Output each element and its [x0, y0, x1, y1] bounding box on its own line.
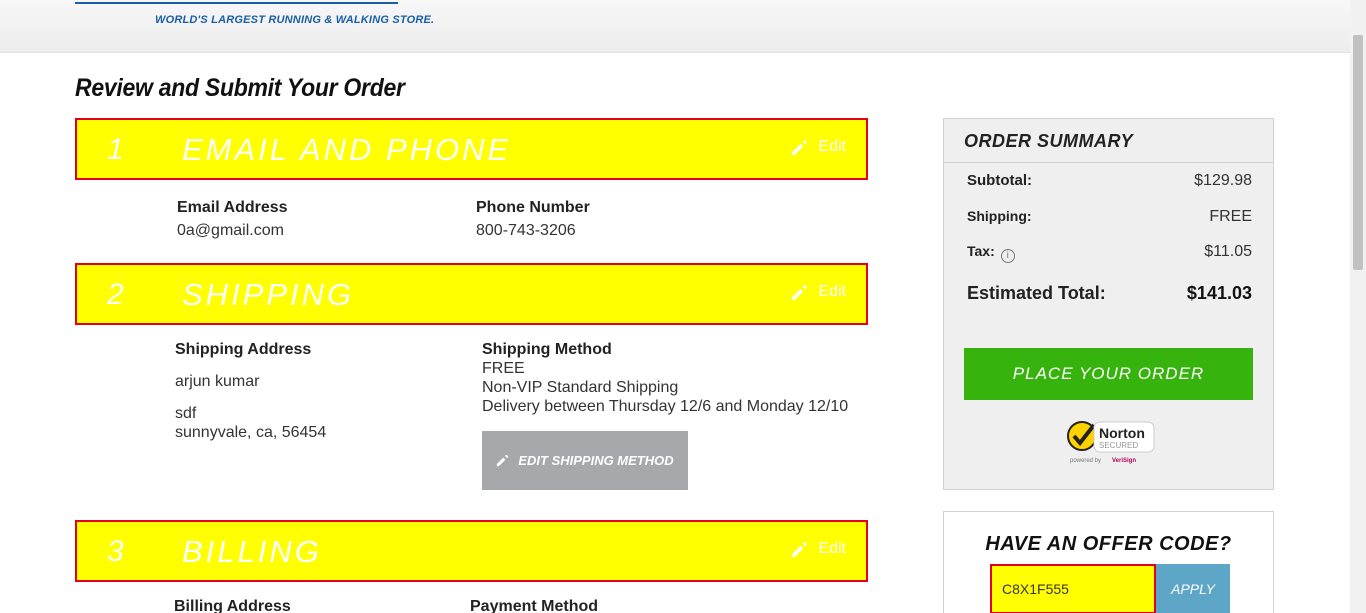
- edit-billing-button[interactable]: Edit: [791, 540, 846, 558]
- shipping-row: Shipping: FREE: [967, 208, 1252, 226]
- vertical-scrollbar[interactable]: [1350, 0, 1366, 613]
- edit-shipping-method-label: EDIT SHIPPING METHOD: [518, 453, 674, 468]
- edit-label: Edit: [818, 283, 846, 300]
- norton-name: Norton: [1099, 425, 1145, 441]
- site-header: WORLD'S LARGEST RUNNING & WALKING STORE.: [0, 0, 1350, 53]
- shipping-name: arjun kumar: [175, 373, 260, 390]
- edit-shipping-method-button[interactable]: EDIT SHIPPING METHOD: [482, 431, 688, 490]
- offer-code-input[interactable]: [990, 564, 1156, 613]
- subtotal-value: $129.98: [1194, 172, 1252, 189]
- section-number: 1: [107, 133, 124, 166]
- shipping-address-label: Shipping Address: [175, 341, 312, 358]
- payment-method-label: Payment Method: [470, 598, 599, 613]
- shipping-method-price: FREE: [482, 360, 525, 377]
- billing-address-label: Billing Address: [174, 598, 291, 613]
- apply-button[interactable]: APPLY: [1156, 564, 1230, 613]
- tax-label: Tax:: [967, 243, 995, 259]
- edit-email-phone-button[interactable]: Edit: [791, 138, 846, 156]
- scrollbar-thumb[interactable]: [1353, 35, 1363, 270]
- edit-shipping-button[interactable]: Edit: [791, 283, 846, 301]
- shipping-value: FREE: [1209, 208, 1252, 225]
- total-row: Estimated Total: $141.03: [967, 283, 1252, 304]
- subtotal-label: Subtotal:: [967, 172, 1032, 189]
- phone-value: 800-743-3206: [476, 222, 576, 239]
- section-email-phone: 1 EMAIL AND PHONE Edit: [75, 118, 868, 180]
- edit-label: Edit: [818, 138, 846, 155]
- shipping-street: sdf: [175, 405, 197, 422]
- page-title: Review and Submit Your Order: [75, 74, 405, 102]
- tax-value: $11.05: [1204, 243, 1252, 260]
- norton-verisign: VeriSign: [1112, 458, 1136, 464]
- logo-tagline: WORLD'S LARGEST RUNNING & WALKING STORE.: [155, 14, 435, 26]
- shipping-method-label: Shipping Method: [482, 341, 612, 358]
- pencil-icon: [792, 541, 808, 557]
- order-summary-header: ORDER SUMMARY: [944, 119, 1273, 163]
- email-label: Email Address: [177, 199, 288, 216]
- pencil-icon: [792, 284, 808, 300]
- shipping-delivery-window: Delivery between Thursday 12/6 and Monda…: [482, 398, 849, 415]
- offer-code-panel: HAVE AN OFFER CODE? APPLY: [943, 511, 1274, 613]
- email-value: 0a@gmail.com: [177, 222, 284, 239]
- section-number: 3: [107, 535, 124, 568]
- phone-label: Phone Number: [476, 199, 590, 216]
- pencil-icon: [792, 139, 808, 155]
- section-title: BILLING: [182, 534, 322, 569]
- offer-code-title: HAVE AN OFFER CODE?: [985, 533, 1232, 555]
- place-order-button[interactable]: PLACE YOUR ORDER: [964, 348, 1253, 400]
- section-title: EMAIL AND PHONE: [182, 132, 512, 167]
- section-title: SHIPPING: [182, 277, 355, 312]
- info-icon[interactable]: i: [1000, 249, 1015, 263]
- tax-label-group: Tax: i: [967, 243, 1015, 263]
- norton-powered: powered by: [1070, 458, 1101, 464]
- tax-row: Tax: i $11.05: [967, 243, 1252, 263]
- shipping-city-line: sunnyvale, ca, 56454: [175, 424, 327, 441]
- total-label: Estimated Total:: [967, 283, 1106, 303]
- section-shipping: 2 SHIPPING Edit: [75, 263, 868, 325]
- section-billing: 3 BILLING Edit: [75, 520, 868, 582]
- section-number: 2: [107, 278, 124, 311]
- subtotal-row: Subtotal: $129.98: [967, 172, 1252, 190]
- shipping-label: Shipping:: [967, 208, 1032, 224]
- total-value: $141.03: [1186, 283, 1252, 303]
- order-summary-title: ORDER SUMMARY: [964, 131, 1134, 151]
- shipping-method-name: Non-VIP Standard Shipping: [482, 379, 679, 396]
- logo[interactable]: [75, 0, 398, 8]
- edit-label: Edit: [818, 540, 846, 557]
- norton-secured: SECURED: [1099, 441, 1138, 450]
- pencil-icon: [497, 454, 509, 467]
- norton-check-icon: Norton SECURED powered by VeriSign: [1067, 421, 1155, 464]
- order-summary: ORDER SUMMARY Subtotal: $129.98 Shipping…: [943, 118, 1274, 490]
